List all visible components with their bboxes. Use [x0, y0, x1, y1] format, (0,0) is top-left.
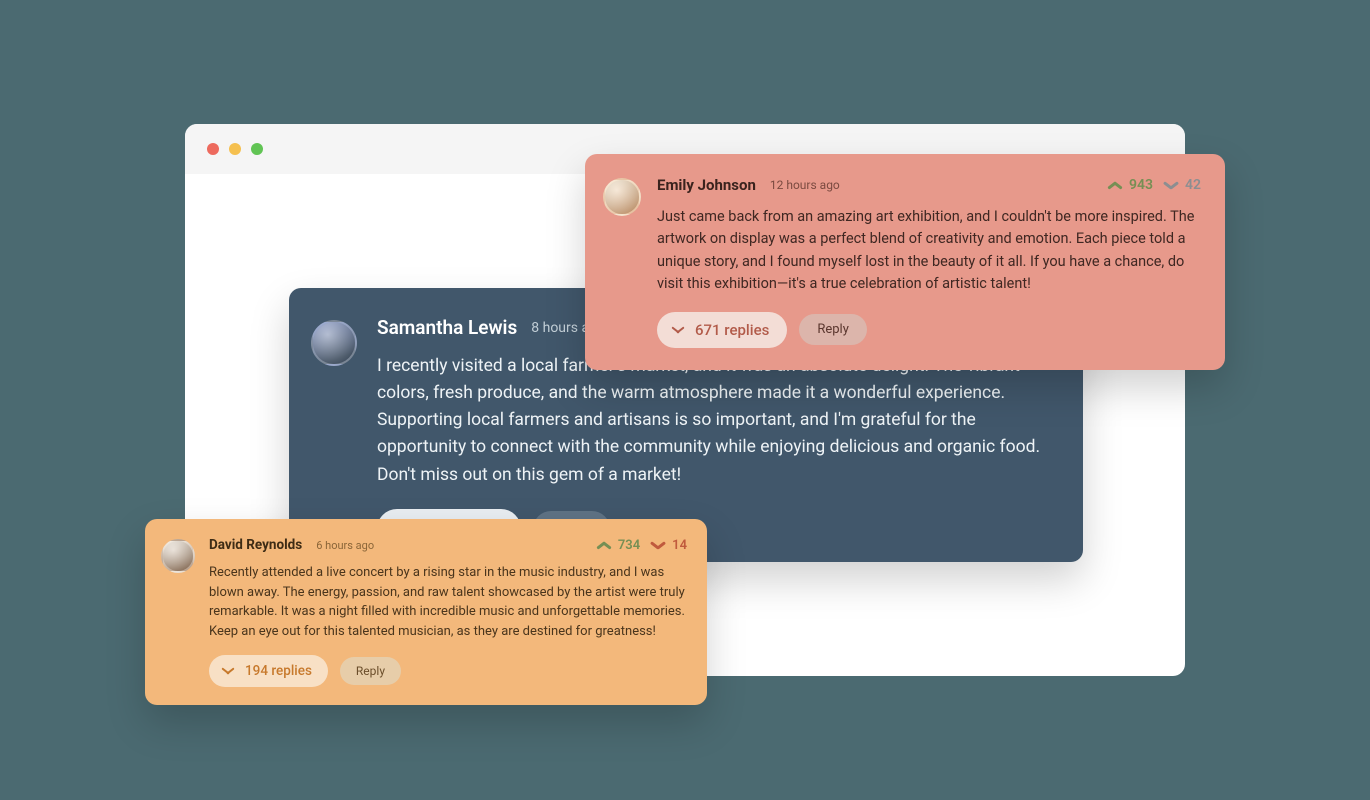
- reply-label: Reply: [356, 664, 385, 678]
- chevron-up-icon: [596, 540, 612, 550]
- window-zoom-icon[interactable]: [251, 143, 263, 155]
- timestamp: 12 hours ago: [770, 178, 840, 192]
- comment-content: David Reynolds 6 hours ago 734 14 Recent…: [209, 537, 687, 687]
- avatar: [603, 178, 641, 216]
- chevron-up-icon: [1107, 180, 1123, 190]
- timestamp: 6 hours ago: [316, 539, 374, 552]
- reply-label: Reply: [817, 322, 849, 337]
- downvote-button[interactable]: 42: [1163, 177, 1201, 193]
- upvote-button[interactable]: 943: [1107, 177, 1153, 193]
- comment-actions: 671 replies Reply: [657, 312, 1201, 348]
- replies-button[interactable]: 671 replies: [657, 312, 787, 348]
- downvote-button[interactable]: 14: [650, 538, 687, 553]
- author-name: Samantha Lewis: [377, 316, 517, 339]
- upvote-count: 943: [1129, 177, 1153, 193]
- author-name: David Reynolds: [209, 537, 302, 553]
- reply-button[interactable]: Reply: [799, 314, 867, 345]
- downvote-count: 14: [672, 538, 687, 553]
- comment-body: Recently attended a live concert by a ri…: [209, 563, 687, 641]
- comment-body: I recently visited a local farmer's mark…: [377, 353, 1053, 489]
- window-close-icon[interactable]: [207, 143, 219, 155]
- chevron-down-icon: [1163, 180, 1179, 190]
- comment-body: Just came back from an amazing art exhib…: [657, 206, 1201, 296]
- replies-button[interactable]: 194 replies: [209, 655, 328, 687]
- comment-header: David Reynolds 6 hours ago 734 14: [209, 537, 687, 553]
- replies-count-label: 671 replies: [695, 321, 769, 339]
- comment-content: Emily Johnson 12 hours ago 943 42 Just c…: [657, 176, 1201, 348]
- window-minimize-icon[interactable]: [229, 143, 241, 155]
- upvote-count: 734: [618, 538, 640, 553]
- reply-button[interactable]: Reply: [340, 657, 401, 685]
- vote-group: 943 42: [1107, 177, 1201, 193]
- author-name: Emily Johnson: [657, 176, 756, 194]
- upvote-button[interactable]: 734: [596, 538, 640, 553]
- comment-actions: 194 replies Reply: [209, 655, 687, 687]
- chevron-down-icon: [650, 540, 666, 550]
- chevron-down-icon: [221, 667, 235, 676]
- avatar: [311, 320, 357, 366]
- replies-count-label: 194 replies: [245, 663, 312, 679]
- chevron-down-icon: [671, 325, 685, 334]
- comment-card-david: David Reynolds 6 hours ago 734 14 Recent…: [145, 519, 707, 705]
- comment-card-emily: Emily Johnson 12 hours ago 943 42 Just c…: [585, 154, 1225, 370]
- vote-group: 734 14: [596, 538, 687, 553]
- avatar: [161, 539, 195, 573]
- comment-header: Emily Johnson 12 hours ago 943 42: [657, 176, 1201, 194]
- downvote-count: 42: [1185, 177, 1201, 193]
